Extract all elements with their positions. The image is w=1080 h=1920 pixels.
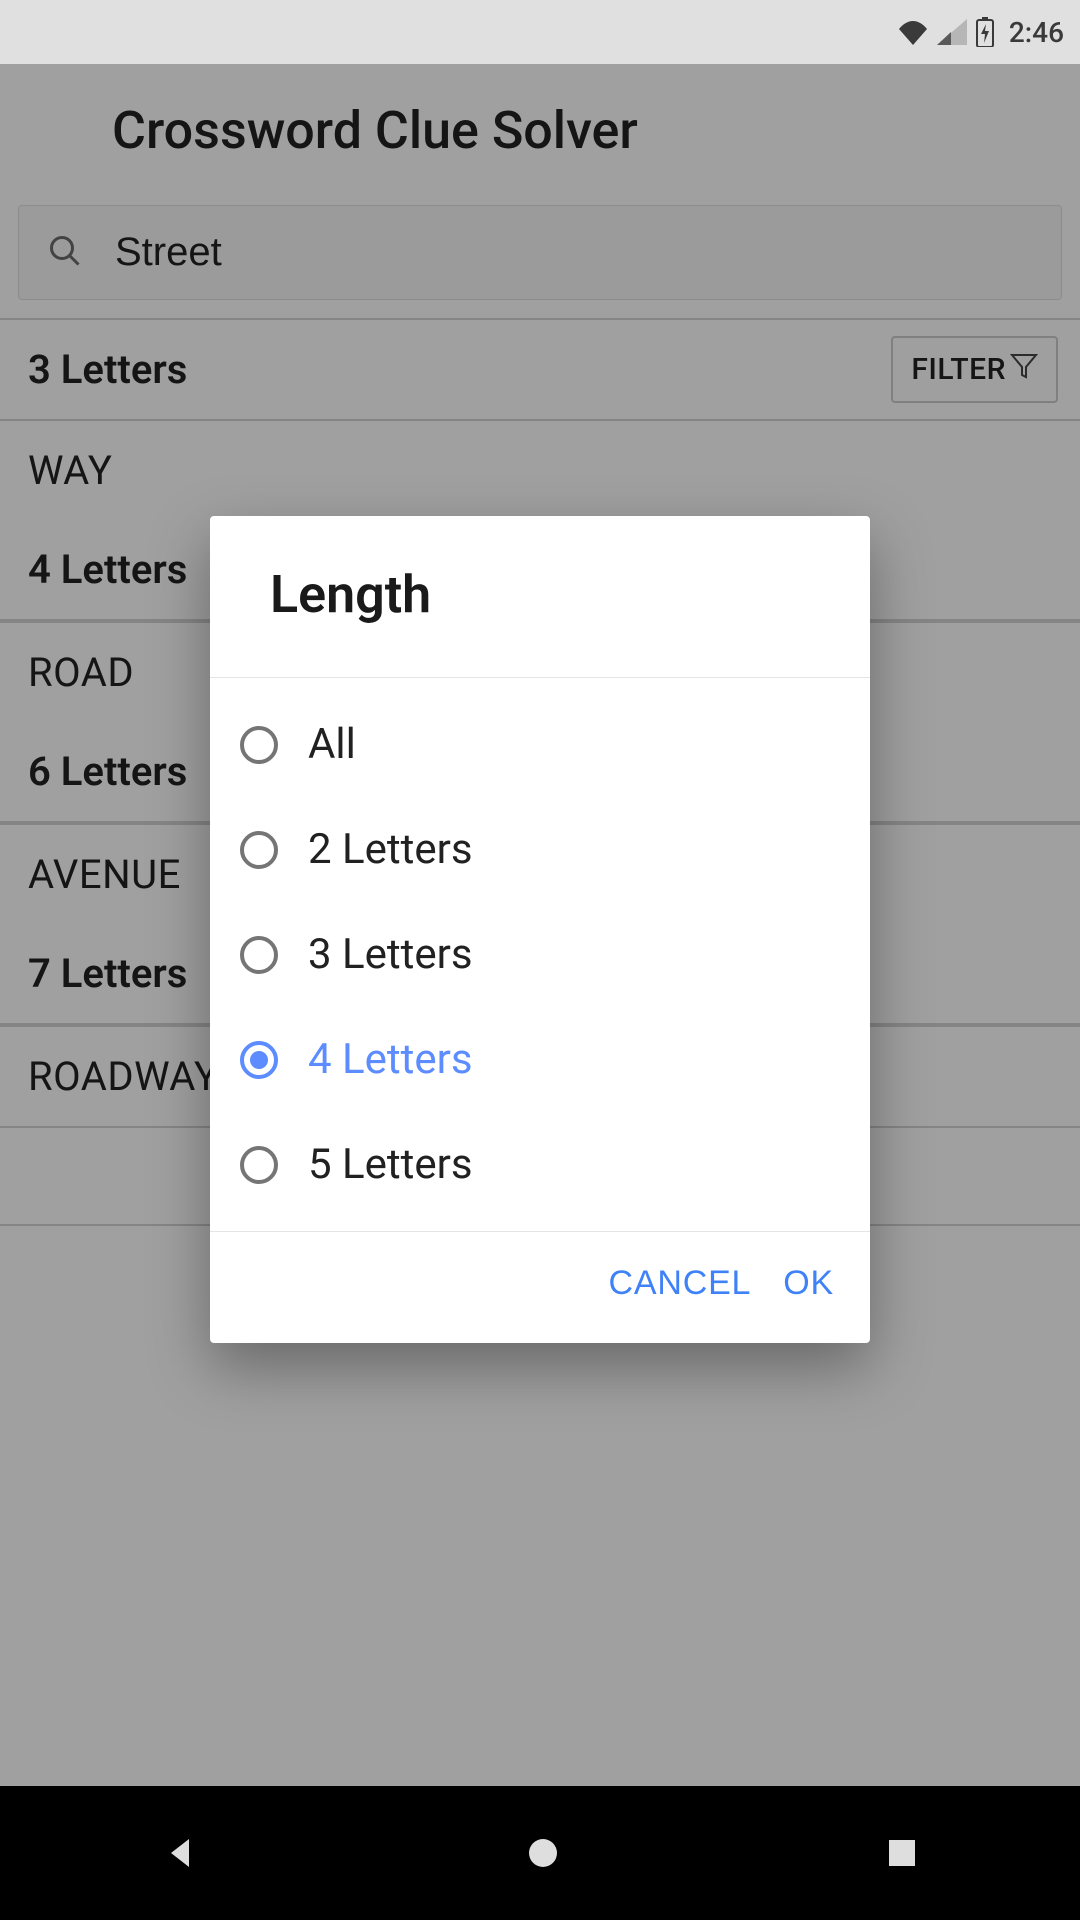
dialog-title: Length xyxy=(210,516,870,678)
radio-icon xyxy=(240,936,278,974)
radio-label: 4 Letters xyxy=(308,1035,473,1084)
length-option[interactable]: 4 Letters xyxy=(220,1007,860,1112)
dialog-options: All 2 Letters 3 Letters 4 Letters 5 Letters xyxy=(210,678,870,1231)
wifi-icon xyxy=(897,19,929,45)
length-option[interactable]: 5 Letters xyxy=(220,1112,860,1217)
dialog-actions: CANCEL OK xyxy=(210,1231,870,1343)
status-bar: 2:46 xyxy=(0,0,1080,64)
nav-home-icon[interactable] xyxy=(526,1836,560,1870)
length-dialog: Length All 2 Letters 3 Letters 4 Letters 5 L… xyxy=(210,516,870,1343)
radio-label: 2 Letters xyxy=(308,825,473,874)
radio-label: 5 Letters xyxy=(308,1140,473,1189)
radio-label: 3 Letters xyxy=(308,930,473,979)
radio-icon xyxy=(240,1041,278,1079)
ok-button[interactable]: OK xyxy=(783,1264,834,1303)
status-time: 2:46 xyxy=(1009,16,1064,49)
radio-icon xyxy=(240,1146,278,1184)
android-nav-bar xyxy=(0,1786,1080,1920)
cell-signal-icon xyxy=(937,19,967,45)
radio-icon xyxy=(240,726,278,764)
length-option[interactable]: 2 Letters xyxy=(220,797,860,902)
cancel-button[interactable]: CANCEL xyxy=(609,1264,752,1303)
radio-label: All xyxy=(308,720,356,769)
nav-back-icon[interactable] xyxy=(163,1835,199,1871)
radio-icon xyxy=(240,831,278,869)
length-option[interactable]: All xyxy=(220,692,860,797)
battery-charging-icon xyxy=(975,17,995,47)
nav-recent-icon[interactable] xyxy=(887,1838,917,1868)
app-content: Crossword Clue Solver 3 LettersFILTERWAY… xyxy=(0,64,1080,1786)
length-option[interactable]: 3 Letters xyxy=(220,902,860,1007)
